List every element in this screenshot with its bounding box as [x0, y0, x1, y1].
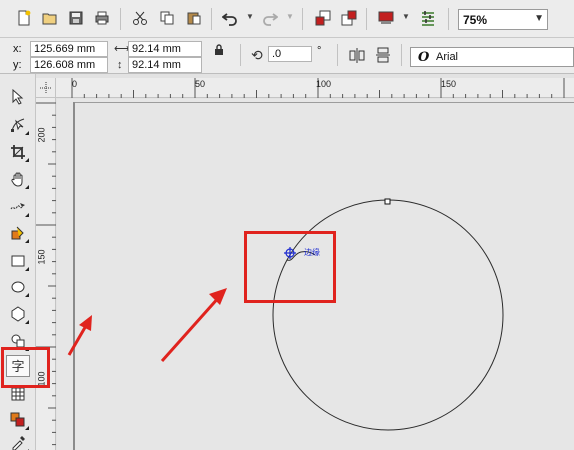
toolbar-separator — [240, 44, 241, 66]
new-icon[interactable] — [14, 8, 34, 28]
zoom-level-value: 75% — [463, 13, 488, 27]
export-icon[interactable] — [339, 8, 359, 28]
rectangle-tool-icon[interactable] — [6, 250, 30, 272]
arrowhead-icon — [209, 288, 227, 305]
undo-icon[interactable] — [220, 8, 240, 28]
toolbar-separator — [211, 8, 212, 30]
vertical-ruler[interactable]: 200 150 100 — [36, 98, 56, 450]
lock-ratio-icon[interactable] — [214, 44, 224, 61]
app-launcher-icon[interactable] — [376, 8, 396, 28]
import-icon[interactable] — [313, 8, 333, 28]
ruler-tick-label: 50 — [195, 79, 206, 89]
paste-icon[interactable] — [184, 8, 204, 28]
chevron-down-icon[interactable]: ▼ — [534, 13, 544, 24]
ruler-tick-label: 150 — [441, 79, 457, 89]
height-field[interactable]: 92.14 mm — [128, 57, 202, 73]
mirror-vertical-icon[interactable] — [375, 47, 391, 68]
toolbar-separator — [120, 8, 121, 30]
ruler-tick-label: 200 — [36, 127, 47, 143]
font-list-select[interactable]: O Arial — [410, 47, 574, 67]
print-icon[interactable] — [92, 8, 112, 28]
opentype-font-icon: O — [418, 50, 430, 65]
x-label: x: — [13, 43, 22, 55]
eyedropper-tool-icon[interactable] — [6, 432, 30, 450]
degree-unit: ° — [317, 45, 322, 57]
x-position-field[interactable]: 125.669 mm — [30, 41, 108, 57]
toolbar-separator — [448, 8, 449, 30]
zoom-level-select[interactable]: 75% ▼ — [458, 9, 548, 30]
ruler-origin[interactable] — [36, 78, 56, 98]
width-field[interactable]: 92.14 mm — [128, 41, 202, 57]
horizontal-ruler[interactable]: 0 50 100 150 — [56, 78, 574, 98]
freehand-tool-icon[interactable] — [6, 196, 30, 218]
y-position-field[interactable]: 126.608 mm — [30, 57, 108, 73]
redo-dropdown-icon[interactable]: ▼ — [286, 13, 294, 21]
save-icon[interactable] — [66, 8, 86, 28]
horizontal-ruler-ticks — [71, 78, 565, 98]
node-handle[interactable] — [384, 198, 391, 205]
font-name: Arial — [436, 51, 459, 63]
ruler-tick-label: 0 — [72, 79, 78, 89]
ruler-tick-label: 100 — [316, 79, 332, 89]
highlight-box — [244, 231, 336, 303]
ruler-tick-label: 150 — [36, 249, 47, 265]
redo-icon[interactable] — [260, 8, 280, 28]
pick-tool-icon[interactable] — [6, 86, 30, 108]
property-bar: x: 125.669 mm y: 126.608 mm ⟷ 92.14 mm ↕… — [0, 38, 574, 74]
height-icon: ↕ — [117, 59, 123, 71]
ellipse-tool-icon[interactable] — [6, 276, 30, 298]
toolbox: 字 — [0, 74, 36, 450]
toolbar-separator — [366, 8, 367, 30]
shape-tool-icon[interactable] — [6, 114, 30, 136]
rotation-icon: ⟲ — [251, 47, 263, 63]
vertical-ruler-ticks — [36, 102, 56, 446]
highlight-box — [1, 347, 50, 388]
annotation-arrow — [160, 295, 222, 362]
drawing-canvas[interactable]: 边缘 — [57, 99, 574, 450]
toolbar-separator — [337, 44, 338, 66]
rotation-angle-field[interactable]: .0 — [268, 46, 312, 62]
smart-fill-tool-icon[interactable] — [6, 222, 30, 244]
pan-tool-icon[interactable] — [6, 168, 30, 190]
copy-icon[interactable] — [157, 8, 177, 28]
cut-icon[interactable] — [130, 8, 150, 28]
app-launcher-dropdown-icon[interactable]: ▼ — [402, 13, 410, 21]
crop-tool-icon[interactable] — [6, 141, 30, 163]
standard-toolbar: ▼ ▼ ▼ 75% ▼ — [0, 0, 574, 38]
toolbar-separator — [401, 44, 402, 66]
toolbar-separator — [302, 8, 303, 30]
open-icon[interactable] — [40, 8, 60, 28]
undo-dropdown-icon[interactable]: ▼ — [246, 13, 254, 21]
interactive-tool-icon[interactable] — [6, 409, 30, 431]
y-label: y: — [13, 59, 22, 71]
annotation-arrow — [67, 323, 89, 356]
mirror-horizontal-icon[interactable] — [349, 47, 365, 68]
options-icon[interactable] — [418, 8, 438, 28]
polygon-tool-icon[interactable] — [6, 303, 30, 325]
